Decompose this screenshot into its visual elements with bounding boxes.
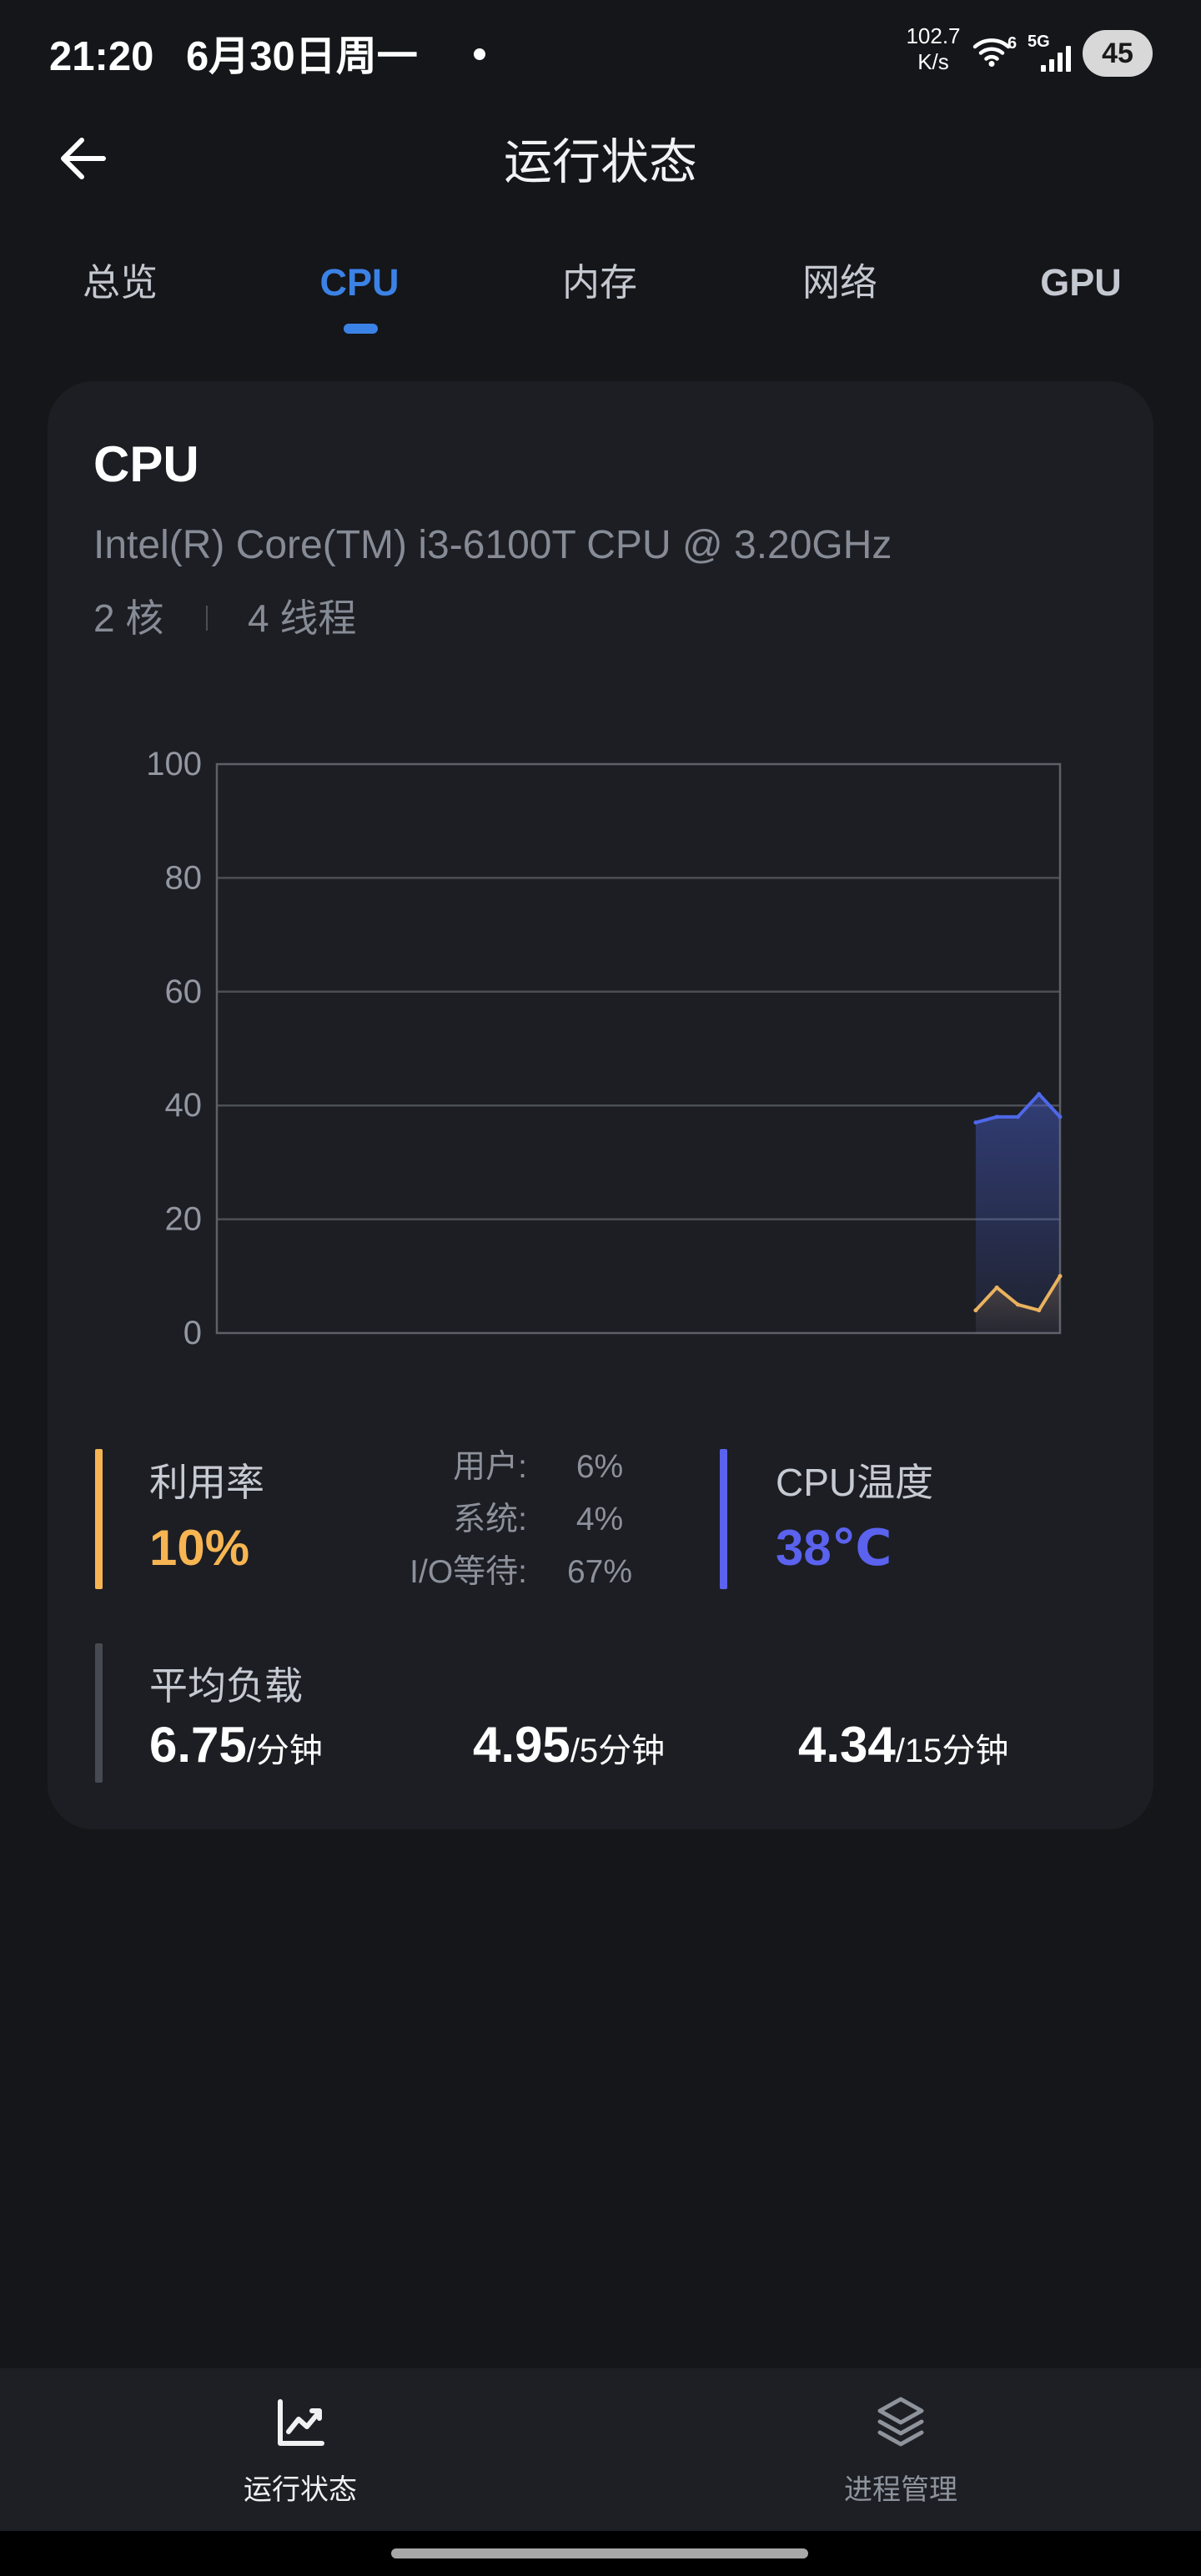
y-tick-label: 60 [165, 974, 203, 1010]
data-point [973, 1120, 978, 1125]
data-point [1037, 1308, 1042, 1313]
breakdown-label: I/O等待: [410, 1554, 527, 1590]
temperature-label: CPU温度 [776, 1461, 934, 1504]
breakdown-value: 6% [575, 1449, 624, 1485]
load-color-bar [95, 1643, 103, 1783]
y-tick-label: 100 [146, 746, 202, 782]
plot-frame [215, 762, 1062, 1335]
breakdown-label: 系统: [453, 1502, 527, 1537]
nav-label: 运行状态 [244, 2474, 357, 2506]
load-value: 4.34 [798, 1717, 896, 1773]
load-unit: /15分钟 [895, 1733, 1009, 1769]
status-date: 6月30日周一 [186, 34, 418, 79]
signal-icon [1041, 46, 1071, 72]
tab-overview[interactable]: 总览 [37, 257, 204, 309]
data-point [1015, 1302, 1020, 1307]
home-indicator[interactable] [391, 2548, 808, 2558]
battery-icon: 45 [1083, 30, 1153, 77]
network-speed-value: 102.7 [906, 23, 961, 48]
divider [206, 606, 208, 631]
breakdown-row-user: 用户: 6% [48, 1447, 681, 1487]
data-point [1015, 1114, 1020, 1119]
cpu-card: CPU Intel(R) Core(TM) i3-6100T CPU @ 3.2… [48, 381, 1153, 1829]
load-1min: 6.75/分钟 [149, 1716, 323, 1788]
wifi-icon [972, 38, 1011, 67]
chart-line-icon [278, 2399, 324, 2446]
breakdown-row-iowait: I/O等待: 67% [48, 1552, 681, 1592]
breakdown-value: 67% [566, 1554, 633, 1590]
y-tick-label: 20 [165, 1201, 203, 1238]
tab-memory[interactable]: 内存 [516, 257, 683, 309]
data-point [973, 1308, 978, 1313]
load-15min: 4.34/15分钟 [798, 1716, 1008, 1788]
network-speed: 102.7 K/s [899, 23, 967, 75]
y-tick-label: 0 [183, 1315, 202, 1351]
wifi-standard-badge: 6 [1008, 34, 1018, 53]
load-unit: /5分钟 [570, 1733, 666, 1769]
breakdown-row-system: 系统: 4% [48, 1500, 681, 1540]
network-speed-unit: K/s [917, 49, 949, 74]
active-tab-indicator [344, 324, 378, 334]
data-point [994, 1114, 999, 1119]
notification-dot-icon [474, 48, 485, 60]
tab-network[interactable]: 网络 [756, 257, 923, 309]
y-tick-label: 80 [165, 859, 203, 896]
data-point [1058, 1274, 1063, 1279]
breakdown-label: 用户: [453, 1449, 527, 1485]
layers-icon [877, 2397, 924, 2447]
tab-cpu[interactable]: CPU [276, 257, 443, 309]
page-title: 运行状态 [503, 135, 697, 189]
card-title: CPU [93, 436, 199, 492]
core-count: 2 核 [93, 596, 164, 640]
load-average-label: 平均负载 [149, 1664, 303, 1708]
data-point [1058, 1114, 1063, 1119]
temperature-color-bar [720, 1449, 727, 1589]
bottom-nav: 运行状态 进程管理 [0, 2368, 1201, 2531]
battery-level: 45 [1102, 38, 1133, 69]
status-time: 21:20 [49, 34, 154, 79]
cpu-history-chart: 0 20 40 60 80 100 [146, 746, 1063, 1351]
load-value: 6.75 [149, 1717, 247, 1773]
load-5min: 4.95/5分钟 [473, 1716, 665, 1788]
breakdown-value: 4% [575, 1502, 624, 1537]
thread-count: 4 线程 [248, 596, 357, 640]
nav-item-status[interactable]: 运行状态 [133, 2368, 467, 2531]
tab-gpu[interactable]: GPU [997, 257, 1164, 309]
data-point [1037, 1092, 1042, 1097]
data-point [994, 1285, 999, 1290]
y-tick-label: 40 [165, 1087, 203, 1124]
load-unit: /分钟 [246, 1733, 323, 1769]
load-value: 4.95 [473, 1717, 570, 1773]
gesture-area [0, 2531, 1201, 2576]
cpu-model: Intel(R) Core(TM) i3-6100T CPU @ 3.20GHz [93, 523, 892, 567]
nav-item-processes[interactable]: 进程管理 [734, 2368, 1068, 2531]
nav-label: 进程管理 [844, 2474, 957, 2506]
temperature-value: 38℃ [776, 1520, 892, 1576]
